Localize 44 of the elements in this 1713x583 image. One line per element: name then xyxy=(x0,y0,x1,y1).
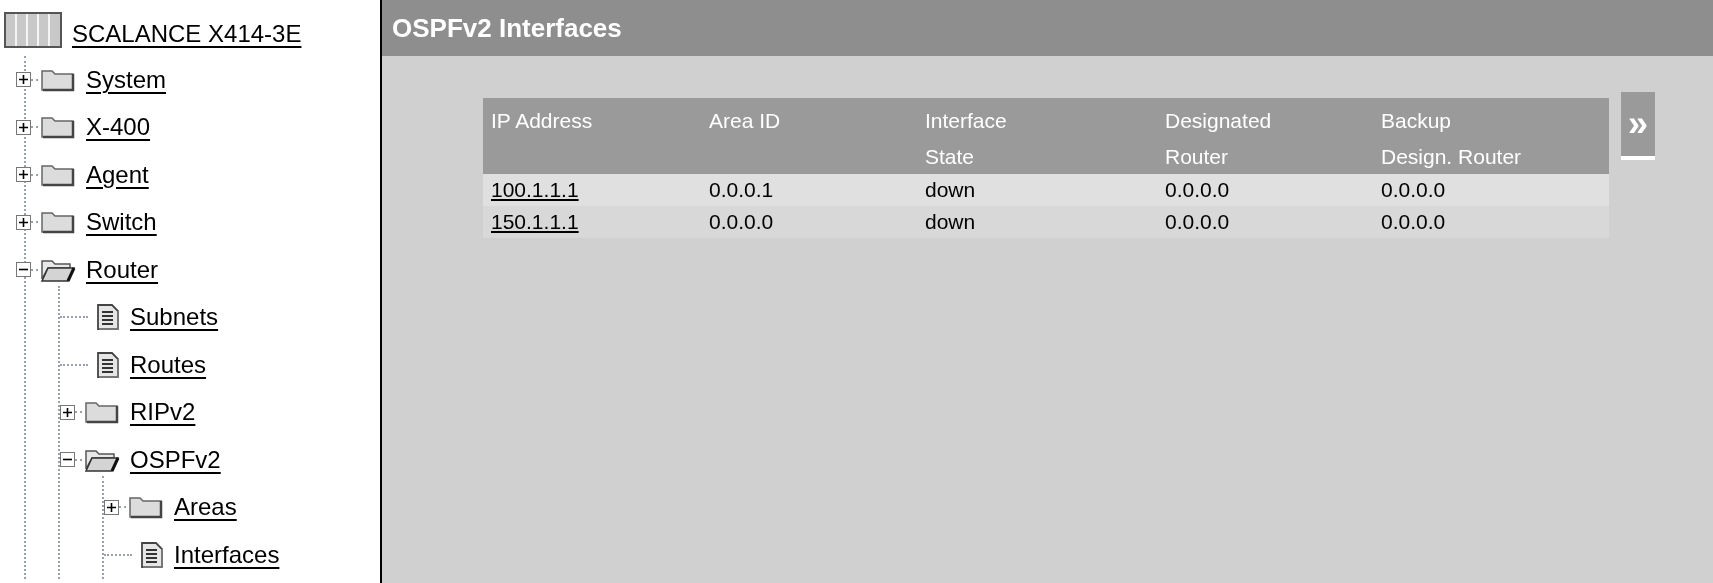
tree-link[interactable]: Areas xyxy=(174,489,237,526)
device-icon xyxy=(4,12,62,48)
table-cell: 0.0.0.1 xyxy=(709,178,774,202)
tree-link[interactable]: Switch xyxy=(86,204,157,241)
folder-icon xyxy=(84,399,120,426)
folder-icon xyxy=(128,494,164,521)
table-cell: 0.0.0.0 xyxy=(1165,210,1230,234)
ip-address-link[interactable]: 100.1.1.1 xyxy=(491,178,579,202)
table-cell: 0.0.0.0 xyxy=(1381,210,1446,234)
column-header: Designated Router xyxy=(1164,108,1273,170)
plus-box-icon[interactable] xyxy=(16,214,31,230)
document-icon xyxy=(140,540,164,569)
plus-box-icon[interactable] xyxy=(104,499,119,515)
column-header: Backup Design. Router xyxy=(1380,108,1523,170)
table-cell: 0.0.0.0 xyxy=(1165,178,1230,202)
tree-link[interactable]: X-400 xyxy=(86,109,151,146)
tree-link[interactable]: Routes xyxy=(130,346,207,383)
tree-link[interactable]: Subnets xyxy=(130,299,219,336)
minus-box-icon[interactable] xyxy=(60,452,75,468)
minus-box-icon[interactable] xyxy=(16,262,31,278)
column-header: Interface State xyxy=(924,108,1008,170)
tree-link[interactable]: Router xyxy=(86,251,159,288)
column-header: Area ID xyxy=(708,108,782,134)
tree-link[interactable]: Agent xyxy=(86,156,149,193)
tree-link[interactable]: Interfaces xyxy=(174,536,280,573)
tree-link[interactable]: RIPv2 xyxy=(130,394,196,431)
table-cell: 0.0.0.0 xyxy=(1381,178,1446,202)
tree-link[interactable]: System xyxy=(86,61,166,98)
folder-icon xyxy=(40,114,76,141)
folder-icon xyxy=(40,209,76,236)
device-link[interactable]: SCALANCE X414-3E xyxy=(72,16,302,52)
ip-address-link[interactable]: 150.1.1.1 xyxy=(491,210,579,234)
table-cell: down xyxy=(925,178,976,202)
document-icon xyxy=(96,350,120,379)
tree-link[interactable]: OSPFv2 xyxy=(130,441,221,478)
plus-box-icon[interactable] xyxy=(16,72,31,88)
plus-box-icon[interactable] xyxy=(16,119,31,135)
document-icon xyxy=(96,303,120,332)
page-title: OSPFv2 Interfaces xyxy=(392,11,622,45)
table-cell: down xyxy=(925,210,976,234)
column-header: IP Address xyxy=(490,108,594,134)
table-cell: 0.0.0.0 xyxy=(709,210,774,234)
plus-box-icon[interactable] xyxy=(16,167,31,183)
plus-box-icon[interactable] xyxy=(60,404,75,420)
